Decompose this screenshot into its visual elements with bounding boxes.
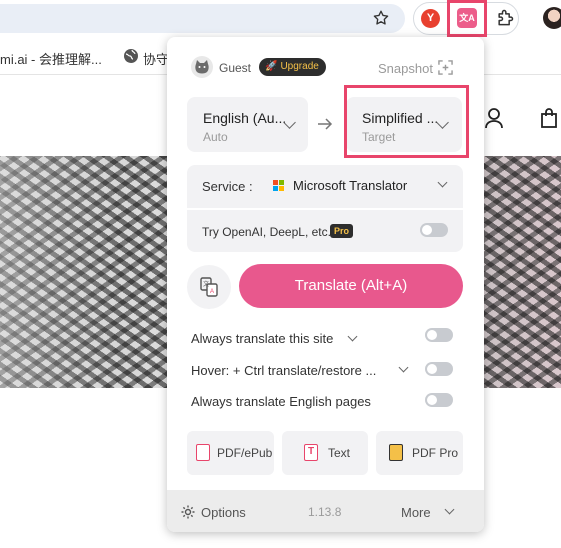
upgrade-label: Upgrade [280,61,319,72]
guest-label: Guest [219,61,252,75]
hover-translate-toggle[interactable] [425,362,453,376]
pdf-pro-label: PDF Pro [412,446,459,460]
photo-blur [0,156,120,388]
option-label-always-translate-english: Always translate English pages [191,394,371,409]
always-translate-site-toggle[interactable] [425,328,453,342]
option-label-hover: Hover: + Ctrl translate/restore ... [191,363,377,378]
source-language-select[interactable]: English (Au... Auto [187,97,308,152]
options-button[interactable]: Options [201,505,246,520]
chevron-down-icon[interactable] [398,362,409,373]
text-icon: T [304,444,318,461]
snapshot-button[interactable]: Snapshot [378,61,433,76]
address-bar[interactable] [0,4,405,33]
chevron-down-icon[interactable] [347,331,358,342]
upgrade-button[interactable]: 🚀 Upgrade [259,58,326,76]
popup-footer: Options 1.13.8 More [167,490,484,532]
cat-avatar-icon [195,60,209,74]
puzzle-icon[interactable] [495,8,515,28]
service-card: Service : Microsoft Translator Try OpenA… [187,165,463,252]
translate-swap-icon: 文 A [200,277,218,297]
user-icon[interactable] [484,107,504,129]
pro-badge: Pro [330,224,354,238]
always-translate-english-toggle[interactable] [425,393,453,407]
try-services-label: Try OpenAI, DeepL, etc. [202,225,331,239]
pdf-icon [196,444,210,461]
service-label: Service : [202,179,253,194]
version-label: 1.13.8 [308,505,342,519]
option-label-always-translate-site: Always translate this site [191,331,334,346]
microsoft-icon [273,180,285,192]
target-highlight-box [344,85,469,158]
swap-language-button[interactable]: 文 A [187,265,231,309]
source-language-sub: Auto [203,130,228,144]
profile-avatar[interactable] [543,7,561,29]
guest-avatar[interactable] [191,56,213,78]
bookmark-star-icon[interactable] [372,9,390,27]
pdf-pro-button[interactable]: PDF Pro [376,431,463,475]
gear-icon[interactable] [180,504,196,520]
browser-toolbar: Y 文A [0,0,561,37]
pdf-epub-button[interactable]: PDF/ePub [187,431,274,475]
text-button[interactable]: T Text [282,431,368,475]
yandex-extension-icon[interactable]: Y [421,9,440,28]
chevron-down-icon[interactable] [437,177,448,188]
snapshot-icon[interactable] [438,60,453,75]
pdf-pro-icon [389,444,403,461]
shopping-bag-icon[interactable] [540,107,558,129]
bookmark-item[interactable]: 协守 [143,49,169,68]
service-select[interactable]: Microsoft Translator [293,178,407,193]
globe-icon [124,49,138,63]
rocket-icon: 🚀 [265,61,278,72]
extension-highlight-box [447,0,487,37]
translate-popup: Guest 🚀 Upgrade Snapshot English (Au... A… [167,37,484,532]
pdf-epub-label: PDF/ePub [217,446,273,460]
try-services-toggle[interactable] [420,223,448,237]
translate-button[interactable]: Translate (Alt+A) [239,264,463,308]
svg-text:文: 文 [203,280,209,288]
bookmark-item[interactable]: mi.ai - 会推理解... [0,49,102,68]
more-button[interactable]: More [401,505,431,520]
svg-text:A: A [210,289,214,295]
text-label: Text [328,446,351,460]
arrow-right-icon [318,118,333,130]
chevron-down-icon[interactable] [444,504,455,515]
divider [187,208,463,210]
source-language-name: English (Au... [203,110,287,126]
